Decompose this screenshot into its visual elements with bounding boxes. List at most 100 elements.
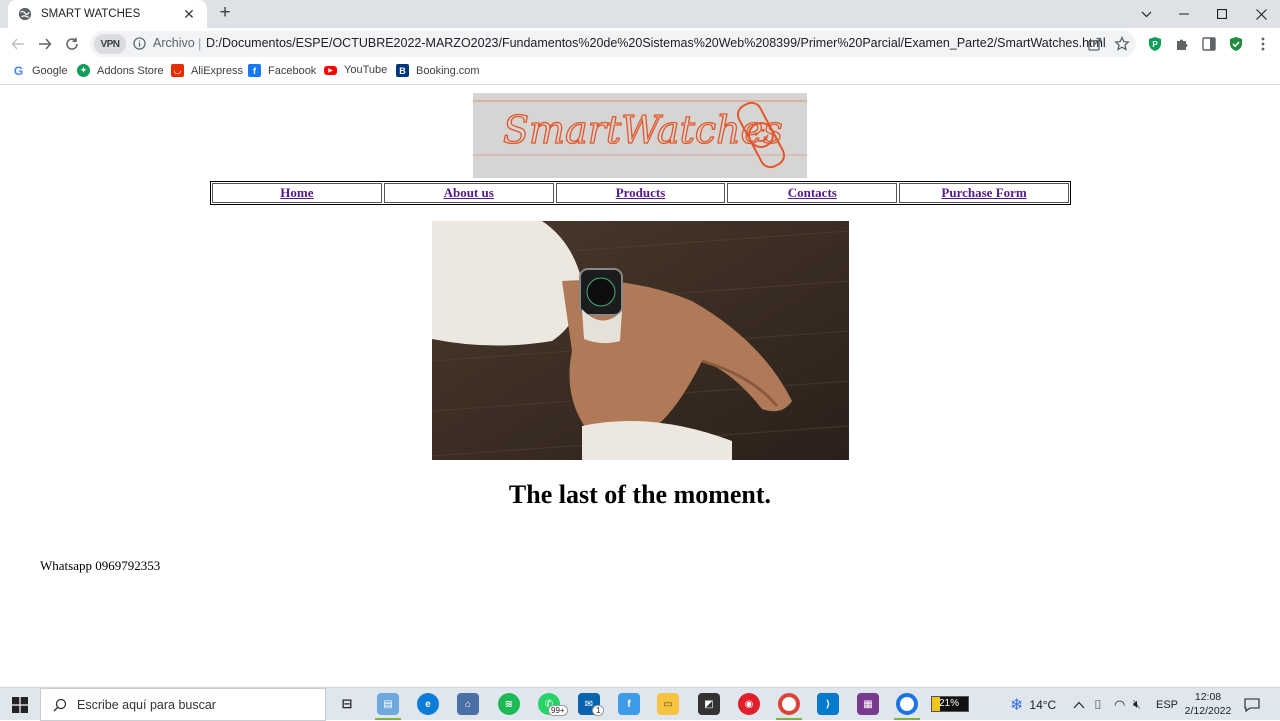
bookmark-label: Booking.com: [416, 64, 480, 77]
bookmark-youtube[interactable]: ▶ YouTube: [324, 64, 387, 76]
nav-link-about-us[interactable]: About us: [444, 185, 494, 201]
bookmarks-bar: G Google ✦ Addons Store ◡ AliExpress f F…: [0, 60, 1280, 85]
vscode-app-icon[interactable]: ⟩: [817, 693, 839, 715]
bookmark-label: Addons Store: [97, 64, 164, 77]
bookmark-aliexpress[interactable]: ◡ AliExpress: [171, 64, 243, 77]
google-icon: G: [12, 63, 25, 78]
notification-center-icon[interactable]: [1244, 688, 1260, 721]
spotify-app-icon[interactable]: ≋: [498, 693, 520, 715]
chrome-profile-icon[interactable]: [896, 693, 918, 715]
share-icon[interactable]: [1087, 36, 1103, 52]
weather-widget[interactable]: ❄ 14°C: [1010, 688, 1056, 721]
bookmark-label: YouTube: [344, 64, 388, 76]
browser-tab[interactable]: SMART WATCHES ✕: [8, 0, 207, 28]
aliexpress-icon: ◡: [171, 64, 184, 77]
site-logo: SmartWatches: [473, 93, 807, 178]
nav-link-products[interactable]: Products: [616, 185, 666, 201]
svg-text:P: P: [1152, 40, 1158, 49]
usb-icon[interactable]: ⌷: [1094, 688, 1102, 721]
url-text[interactable]: D:/Documentos/ESPE/OCTUBRE2022-MARZO2023…: [206, 36, 1106, 50]
info-icon[interactable]: [133, 37, 146, 50]
new-tab-button[interactable]: +: [216, 3, 234, 23]
edge-app-icon[interactable]: e: [417, 693, 439, 715]
sticky-notes-icon[interactable]: ◩: [698, 693, 720, 715]
reload-button[interactable]: [61, 33, 83, 55]
bookmark-facebook[interactable]: f Facebook: [248, 64, 316, 77]
battery-text: 21%: [939, 698, 960, 709]
whatsapp-badge: 99+: [548, 705, 568, 716]
facebook-icon: f: [248, 64, 261, 77]
reload-icon: [66, 37, 78, 50]
star-icon[interactable]: [1114, 36, 1130, 52]
taskbar-search[interactable]: Escribe aquí para buscar: [40, 688, 326, 721]
whatsapp-contact: Whatsapp 0969792353: [40, 558, 161, 573]
booking-icon: B: [396, 64, 409, 77]
puzzle-icon[interactable]: [1174, 36, 1190, 52]
scheme-label: Archivo: [153, 36, 195, 50]
youtube-icon: ▶: [324, 65, 337, 75]
nav-link-purchase-form[interactable]: Purchase Form: [941, 185, 1026, 201]
arrow-right-icon: [39, 38, 52, 50]
nav-link-contacts[interactable]: Contacts: [788, 185, 837, 201]
web-page: SmartWatches Home About us Products Cont…: [0, 86, 1280, 687]
start-button[interactable]: [0, 688, 40, 721]
store-app-icon[interactable]: f: [618, 693, 640, 715]
bookmark-google[interactable]: G Google: [12, 63, 68, 78]
chrome-app-icon[interactable]: [778, 693, 800, 715]
address-bar[interactable]: VPN Archivo | D:/Documentos/ESPE/OCTUBRE…: [90, 31, 1136, 57]
globe-icon: [18, 7, 32, 21]
tab-close-icon[interactable]: ✕: [181, 6, 197, 22]
hero-image: [432, 221, 849, 460]
logo-text: SmartWatches: [503, 108, 783, 152]
bookmark-label: Facebook: [268, 64, 317, 77]
shield-check-icon[interactable]: [1228, 36, 1244, 52]
nav-cell-products: Products: [555, 183, 726, 203]
arrow-left-icon: [11, 38, 24, 50]
show-hidden-icons[interactable]: [1073, 688, 1085, 721]
tab-search-icon[interactable]: [1127, 0, 1165, 28]
language-indicator[interactable]: ESP: [1156, 688, 1178, 721]
vpn-badge[interactable]: VPN: [94, 34, 126, 54]
mail-badge: 1: [592, 705, 605, 716]
red-app-icon[interactable]: ◉: [738, 693, 760, 715]
task-view-icon[interactable]: ⊟: [336, 693, 358, 715]
side-panel-icon[interactable]: [1201, 36, 1217, 52]
bookmark-label: Google: [32, 64, 68, 77]
clock-date: 2/12/2022: [1184, 705, 1232, 717]
logo-image: SmartWatches: [473, 93, 807, 178]
chevron-up-icon: [1073, 701, 1085, 708]
nav-cell-purchase: Purchase Form: [899, 183, 1069, 203]
volume-muted-icon[interactable]: 🔇︎: [1133, 688, 1141, 721]
maximize-icon[interactable]: [1203, 0, 1241, 28]
windows-logo-icon: [12, 696, 28, 713]
system-clock[interactable]: 12:08 2/12/2022: [1180, 690, 1236, 718]
nav-cell-about: About us: [383, 183, 554, 203]
weather-icon: ❄: [1010, 696, 1024, 714]
bookmark-booking[interactable]: B Booking.com: [396, 64, 480, 77]
forward-button[interactable]: [34, 33, 56, 55]
wifi-icon[interactable]: ◠: [1114, 688, 1125, 721]
main-nav: Home About us Products Contacts Purchase…: [210, 181, 1071, 205]
tab-title: SMART WATCHES: [41, 8, 141, 20]
nav-cell-home: Home: [212, 183, 382, 203]
file-explorer-icon[interactable]: ▭: [657, 693, 679, 715]
address-separator: |: [198, 36, 202, 51]
shield-extension-icon[interactable]: P: [1147, 36, 1163, 52]
back-button[interactable]: [7, 33, 29, 55]
browser-toolbar: VPN Archivo | D:/Documentos/ESPE/OCTUBRE…: [0, 28, 1280, 60]
weather-temp: 14°C: [1029, 697, 1057, 712]
nav-link-home[interactable]: Home: [280, 185, 313, 201]
bookmark-addons-store[interactable]: ✦ Addons Store: [77, 64, 164, 77]
minimize-icon[interactable]: [1165, 0, 1203, 28]
bookmark-label: AliExpress: [191, 64, 243, 77]
notepad-app-icon[interactable]: ▤: [377, 693, 399, 715]
winrar-app-icon[interactable]: ▦: [857, 693, 879, 715]
search-icon: [53, 698, 67, 711]
windows-taskbar: Escribe aquí para buscar ⊟ ▤ e ⌂ ≋ ✆ 99+…: [0, 687, 1280, 721]
smartwatch-photo: [432, 221, 849, 460]
network-app-icon[interactable]: ⌂: [457, 693, 479, 715]
more-menu-icon[interactable]: [1255, 36, 1271, 52]
page-headline: The last of the moment.: [508, 480, 772, 509]
battery-widget[interactable]: 21%: [931, 696, 969, 712]
close-window-icon[interactable]: [1242, 0, 1280, 28]
